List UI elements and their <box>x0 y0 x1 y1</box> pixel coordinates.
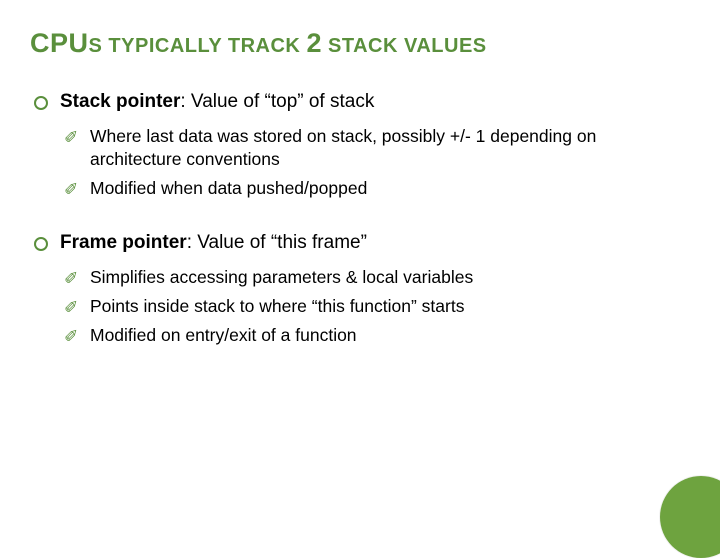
slide-content: Stack pointer: Value of “top” of stack ✐… <box>0 75 720 347</box>
heading-rest: : Value of “this frame” <box>187 232 367 253</box>
title-part-3: TYPICALLY TRACK <box>102 35 306 57</box>
heading-bold: Frame pointer <box>60 232 187 253</box>
bullet-level2: ✐ Points inside stack to where “this fun… <box>64 295 690 318</box>
bullet-heading: Frame pointer: Value of “this frame” <box>60 232 367 253</box>
bullet-level2: ✐ Where last data was stored on stack, p… <box>64 125 690 171</box>
bullet-level1: Stack pointer: Value of “top” of stack <box>32 89 690 115</box>
bullet-level2: ✐ Modified on entry/exit of a function <box>64 324 690 347</box>
bullet-level1: Frame pointer: Value of “this frame” <box>32 230 690 256</box>
title-part-5: STACK VALUES <box>322 35 487 57</box>
bullet-level2: ✐ Modified when data pushed/popped <box>64 177 690 200</box>
script-bullet-icon: ✐ <box>64 127 78 149</box>
bullet-text: Modified when data pushed/popped <box>90 178 367 198</box>
title-part-2: S <box>89 35 103 57</box>
bullet-heading: Stack pointer: Value of “top” of stack <box>60 91 374 112</box>
heading-rest: : Value of “top” of stack <box>180 91 374 112</box>
title-part-4: 2 <box>306 28 322 58</box>
bullet-text: Points inside stack to where “this funct… <box>90 296 464 316</box>
decorative-circle <box>660 476 720 558</box>
script-bullet-icon: ✐ <box>64 179 78 201</box>
slide-title: CPUS TYPICALLY TRACK 2 STACK VALUES <box>0 0 720 75</box>
heading-bold: Stack pointer <box>60 91 180 112</box>
bullet-text: Modified on entry/exit of a function <box>90 325 357 345</box>
script-bullet-icon: ✐ <box>64 268 78 290</box>
script-bullet-icon: ✐ <box>64 297 78 319</box>
bullet-text: Simplifies accessing parameters & local … <box>90 267 473 287</box>
bullet-text: Where last data was stored on stack, pos… <box>90 126 596 169</box>
script-bullet-icon: ✐ <box>64 326 78 348</box>
spacer <box>32 206 690 220</box>
bullet-level2: ✐ Simplifies accessing parameters & loca… <box>64 266 690 289</box>
title-part-1: CPU <box>30 28 89 58</box>
